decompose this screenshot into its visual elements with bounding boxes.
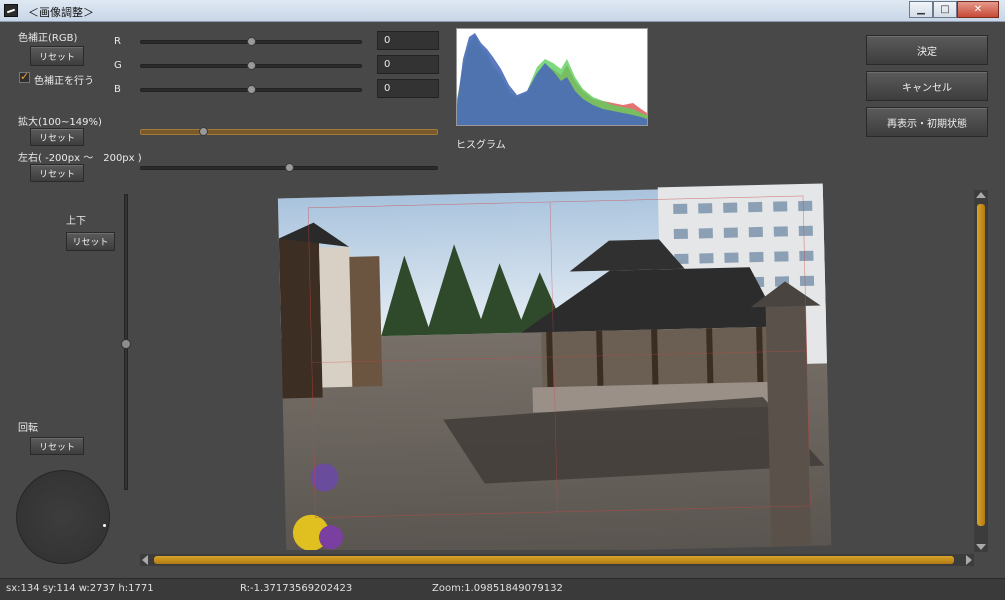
window-controls: ▁ □ ✕ (909, 1, 999, 18)
ok-button[interactable]: 決定 (866, 35, 988, 65)
status-zoom: Zoom:1.09851849079132 (432, 583, 563, 594)
channel-r-slider[interactable] (140, 37, 362, 46)
color-correction-label: 色補正(RGB) (18, 33, 78, 44)
zoom-slider[interactable] (140, 127, 438, 136)
horizontal-scroll-thumb[interactable] (154, 556, 954, 564)
vertical-scrollbar[interactable] (974, 190, 988, 552)
channel-r-value[interactable]: 0 (377, 31, 439, 50)
channel-b-value[interactable]: 0 (377, 79, 439, 98)
scroll-down-icon[interactable] (976, 544, 986, 550)
status-rotation: R:-1.37173569202423 (240, 583, 353, 594)
rotation-label: 回転 (18, 423, 38, 434)
rotated-photo (277, 183, 832, 550)
histogram-chart (456, 28, 648, 126)
channel-g-thumb[interactable] (247, 61, 256, 70)
zoom-reset-button[interactable]: リセット (30, 128, 84, 146)
channel-r-label: R (114, 36, 121, 47)
title-bar: ＜画像調整＞ ▁ □ ✕ (0, 0, 1005, 22)
vertical-reset-button[interactable]: リセット (66, 232, 115, 251)
horizontal-scrollbar[interactable] (140, 554, 974, 566)
window-title: ＜画像調整＞ (28, 6, 94, 19)
status-bar: sx:134 sy:114 w:2737 h:1771 R:-1.3717356… (0, 578, 1005, 600)
rotation-dial-indicator (103, 524, 106, 527)
app-icon (4, 4, 18, 17)
image-preview (277, 183, 832, 550)
horizontal-shift-label: 左右( -200px ～ 200px ) (18, 153, 142, 164)
color-reset-button[interactable]: リセット (30, 46, 84, 66)
zoom-label: 拡大(100~149%) (18, 117, 102, 128)
status-coordinates: sx:134 sy:114 w:2737 h:1771 (6, 583, 154, 594)
channel-g-value[interactable]: 0 (377, 55, 439, 74)
channel-b-slider[interactable] (140, 85, 362, 94)
scroll-right-icon[interactable] (966, 555, 972, 565)
color-correction-checkbox-label: 色補正を行う (34, 76, 94, 87)
dialog-body: 色補正(RGB) リセット 色補正を行う R 0 G 0 B 0 ヒスグラム 決… (0, 22, 1005, 578)
vertical-shift-thumb[interactable] (121, 339, 131, 349)
vertical-shift-label: 上下 (66, 216, 86, 227)
cancel-button[interactable]: キャンセル (866, 71, 988, 101)
maximize-icon: □ (940, 4, 950, 15)
horizontal-shift-thumb[interactable] (285, 163, 294, 172)
histogram-graph (457, 33, 647, 125)
rotation-dial[interactable] (16, 470, 110, 564)
redisplay-reset-button[interactable]: 再表示・初期状態 (866, 107, 988, 137)
rotation-reset-button[interactable]: リセット (30, 437, 84, 455)
channel-r-thumb[interactable] (247, 37, 256, 46)
channel-b-thumb[interactable] (247, 85, 256, 94)
vertical-scroll-thumb[interactable] (977, 204, 985, 526)
maximize-button[interactable]: □ (933, 1, 957, 18)
zoom-slider-thumb[interactable] (199, 127, 209, 136)
channel-g-slider[interactable] (140, 61, 362, 70)
vertical-shift-slider[interactable] (121, 194, 131, 490)
scroll-up-icon[interactable] (976, 192, 986, 198)
histogram-label: ヒスグラム (456, 140, 506, 151)
close-button[interactable]: ✕ (957, 1, 999, 18)
scroll-left-icon[interactable] (142, 555, 148, 565)
close-icon: ✕ (973, 4, 983, 15)
horizontal-reset-button[interactable]: リセット (30, 164, 84, 182)
channel-b-label: B (114, 84, 121, 95)
minimize-button[interactable]: ▁ (909, 1, 933, 18)
channel-g-label: G (114, 60, 122, 71)
image-canvas[interactable] (142, 182, 970, 550)
minimize-icon: ▁ (917, 4, 925, 15)
horizontal-shift-slider[interactable] (140, 163, 438, 172)
color-correction-checkbox[interactable] (19, 70, 30, 83)
